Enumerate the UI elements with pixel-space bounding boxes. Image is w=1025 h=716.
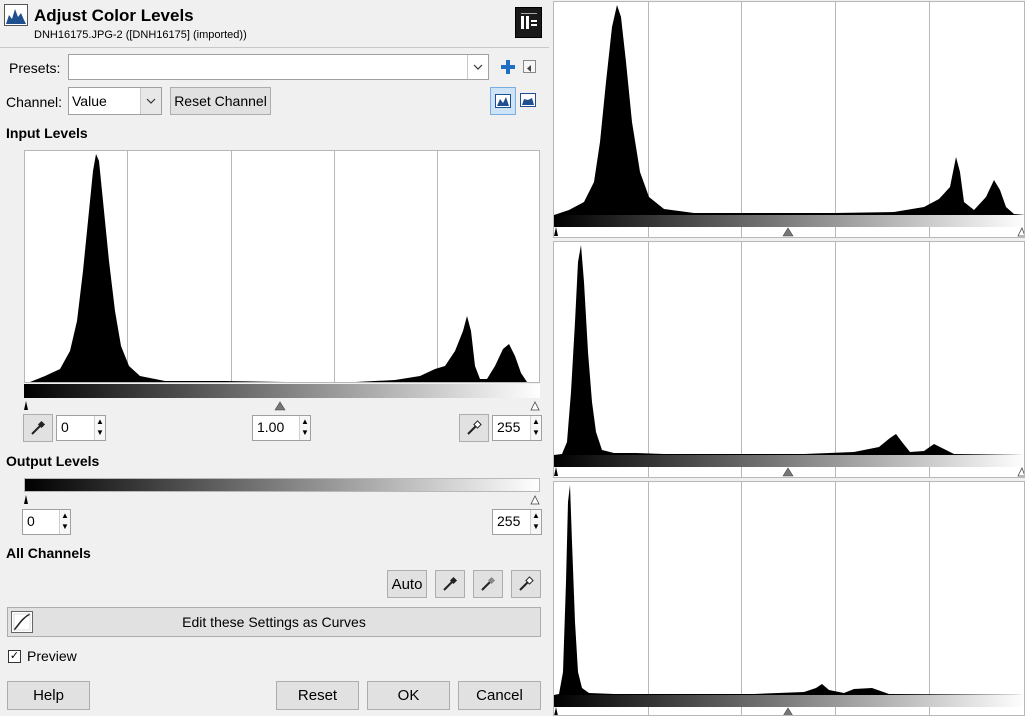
output-low-value: 0	[27, 513, 35, 529]
spin-arrows-icon[interactable]: ▲ ▼	[530, 416, 541, 440]
reset-button[interactable]: Reset	[276, 681, 359, 710]
histogram-graph-middle	[554, 245, 1024, 455]
input-high-spinner[interactable]: 255 ▲ ▼	[492, 415, 542, 441]
output-slider-track[interactable]	[24, 492, 540, 505]
ok-button[interactable]: OK	[367, 681, 450, 710]
auto-button[interactable]: Auto	[387, 570, 427, 598]
gamma-value: 1.00	[257, 419, 285, 435]
levels-dialog: Adjust Color Levels DNH16175.JPG-2 ([DNH…	[0, 0, 549, 716]
input-low-value: 0	[61, 419, 69, 435]
chevron-down-icon	[467, 55, 488, 79]
histogram-graph-top	[554, 5, 1024, 215]
histogram-panel-middle	[553, 241, 1025, 478]
eyedropper-icon[interactable]	[511, 570, 541, 598]
levels-icon	[4, 4, 28, 26]
output-low-spinner[interactable]: 0 ▲ ▼	[22, 509, 71, 535]
menu-arrow-icon[interactable]	[523, 60, 536, 73]
black-point-picker-icon[interactable]	[23, 414, 53, 442]
histogram-panel-bottom	[553, 481, 1025, 716]
cancel-button[interactable]: Cancel	[458, 681, 541, 710]
gradient-bar-top	[554, 215, 1024, 227]
presets-label: Presets:	[9, 60, 61, 76]
preview-checkbox[interactable]: ✓	[8, 650, 21, 663]
edit-as-curves-label: Edit these Settings as Curves	[182, 614, 366, 630]
input-high-value: 255	[497, 419, 521, 435]
help-button[interactable]: Help	[7, 681, 90, 710]
output-levels-heading: Output Levels	[6, 453, 100, 469]
slider-markers-bottom	[554, 707, 793, 715]
plus-icon[interactable]	[499, 58, 517, 76]
channel-combo[interactable]: Value	[68, 87, 162, 115]
input-gradient	[24, 384, 540, 398]
input-histogram-graph	[30, 154, 527, 382]
gradient-bar-middle	[554, 455, 1024, 467]
reset-channel-button[interactable]: Reset Channel	[170, 87, 271, 115]
input-slider-track[interactable]	[24, 398, 540, 411]
channel-label: Channel:	[6, 94, 63, 110]
presets-combo[interactable]	[68, 54, 489, 80]
spin-arrows-icon[interactable]: ▲ ▼	[94, 416, 105, 440]
input-histogram[interactable]	[24, 150, 540, 383]
preview-label: Preview	[27, 648, 77, 664]
spin-arrows-icon[interactable]: ▲ ▼	[59, 510, 70, 534]
dock-icon[interactable]	[515, 7, 542, 38]
curves-icon	[11, 611, 33, 633]
dialog-title: Adjust Color Levels	[34, 6, 194, 25]
channel-value: Value	[72, 93, 107, 109]
edit-as-curves-button[interactable]: Edit these Settings as Curves	[7, 607, 541, 637]
slider-markers-middle	[554, 467, 1024, 477]
white-point-picker-icon[interactable]	[459, 414, 489, 442]
histogram-panel-top	[553, 1, 1025, 238]
input-low-spinner[interactable]: 0 ▲ ▼	[56, 415, 106, 441]
histogram-graph-bottom	[554, 485, 1024, 695]
spin-arrows-icon[interactable]: ▲ ▼	[299, 416, 310, 440]
eyedropper-icon[interactable]	[435, 570, 465, 598]
linear-histogram-icon[interactable]	[490, 87, 516, 115]
dialog-subtitle: DNH16175.JPG-2 ([DNH16175] (imported))	[34, 29, 247, 41]
gradient-bar-bottom	[554, 695, 1024, 707]
spin-arrows-icon[interactable]: ▲ ▼	[530, 510, 541, 534]
all-channels-heading: All Channels	[6, 545, 91, 561]
eyedropper-icon[interactable]	[473, 570, 503, 598]
dialog-header: Adjust Color Levels DNH16175.JPG-2 ([DNH…	[0, 0, 549, 48]
output-high-spinner[interactable]: 255 ▲ ▼	[492, 509, 542, 535]
chevron-down-icon	[140, 88, 161, 114]
output-high-value: 255	[497, 513, 521, 529]
log-histogram-icon[interactable]	[520, 93, 538, 109]
slider-markers-top	[554, 227, 1024, 237]
output-gradient	[24, 478, 540, 492]
gamma-spinner[interactable]: 1.00 ▲ ▼	[252, 415, 311, 441]
input-levels-heading: Input Levels	[6, 125, 88, 141]
